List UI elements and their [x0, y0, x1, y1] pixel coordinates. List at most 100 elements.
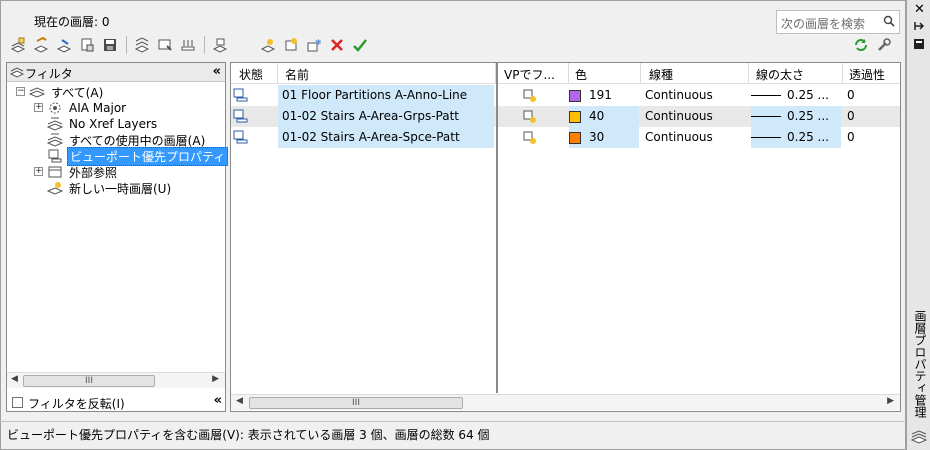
col-color[interactable]: 色 [575, 66, 587, 83]
layer-stack-icon [910, 430, 928, 447]
layer-name[interactable]: 01-02 Stairs A-Area-Grps-Patt [278, 106, 494, 127]
new-layer-filter-icon [47, 181, 63, 195]
close-icon[interactable]: ✕ [914, 2, 925, 17]
layer-color[interactable]: 191 [569, 85, 639, 106]
expand-toggle[interactable]: + [34, 167, 43, 176]
tree-item-label: 新しい一時画層(U) [69, 181, 172, 196]
collapse-toggle[interactable]: − [16, 87, 25, 96]
tree-item-aia-major[interactable]: AIA Major [47, 100, 128, 116]
column-divider[interactable] [842, 63, 843, 84]
table-row[interactable]: 01-02 Stairs A-Area-Spce-Patt 30 Continu… [231, 127, 900, 148]
layer-linetype[interactable]: Continuous [645, 106, 745, 127]
filter-header-label: フィルタ [25, 67, 73, 81]
layer-color[interactable]: 30 [569, 127, 639, 148]
layer-name[interactable]: 01-02 Stairs A-Area-Spce-Patt [278, 127, 494, 148]
layer-status-icon[interactable] [233, 127, 255, 148]
expand-toggle[interactable]: + [34, 103, 43, 112]
column-divider[interactable] [640, 63, 641, 84]
layer-search-input[interactable]: 次の画層を検索 [776, 10, 900, 34]
column-divider[interactable] [277, 63, 278, 84]
column-divider[interactable] [568, 63, 569, 84]
grid-splitter[interactable] [496, 63, 498, 393]
invert-filter-label: フィルタを反転(I) [28, 397, 125, 411]
collapse-filter-button[interactable]: « [213, 64, 221, 79]
layer-status-icon[interactable] [233, 106, 255, 127]
viewport-override-icon [47, 149, 63, 163]
scrollbar-thumb[interactable]: III [23, 375, 155, 387]
palette-title-bar: ✕ 画層プロパティ管理 [906, 0, 930, 450]
layer-color[interactable]: 40 [569, 106, 639, 127]
new-property-filter-icon[interactable] [8, 35, 28, 55]
layer-walk-icon[interactable] [132, 35, 152, 55]
layer-isolate-icon[interactable] [155, 35, 175, 55]
tree-item-label: 外部参照 [69, 165, 118, 180]
refresh-icon[interactable] [853, 37, 869, 56]
col-lineweight[interactable]: 線の太さ [756, 66, 804, 83]
tree-item-label: すべて(A) [51, 85, 104, 100]
col-vp-freeze[interactable]: VPでフ... [504, 66, 555, 83]
tree-item-no-xref[interactable]: No Xref Layers [47, 116, 159, 132]
properties-menu-icon[interactable] [913, 38, 925, 50]
col-name[interactable]: 名前 [285, 66, 309, 83]
tree-item-all[interactable]: すべて(A) [29, 84, 105, 100]
invert-filter-row: フィルタを反転(I) « [6, 393, 226, 412]
lineweight-value: 0.25 ... [787, 88, 829, 102]
col-status[interactable]: 状態 [239, 66, 263, 83]
invert-filter-checkbox[interactable] [12, 397, 23, 408]
tree-item-new-reconciled[interactable]: 新しい一時画層(U) [47, 180, 173, 196]
property-filter-icon [47, 117, 63, 131]
filter-tree-scrollbar[interactable]: ◀ III ▶ [7, 372, 225, 388]
collapse-filter-button-bottom[interactable]: « [214, 393, 222, 408]
new-layer-all-vp-frozen-icon[interactable]: ❄ [304, 35, 324, 55]
toolbar-separator [204, 36, 205, 54]
layer-translate-icon[interactable] [178, 35, 198, 55]
scroll-right-icon[interactable]: ▶ [887, 396, 894, 406]
status-bar: ビューポート優先プロパティを含む画層(V): 表示されている画層 3 個、画層の… [0, 421, 906, 445]
scroll-right-icon[interactable]: ▶ [212, 374, 219, 384]
column-divider[interactable] [748, 63, 749, 84]
layer-linetype[interactable]: Continuous [645, 85, 745, 106]
scroll-left-icon[interactable]: ◀ [236, 396, 243, 406]
table-row[interactable]: 01-02 Stairs A-Area-Grps-Patt 40 Continu… [231, 106, 900, 127]
col-linetype[interactable]: 線種 [649, 66, 673, 83]
scroll-left-icon[interactable]: ◀ [11, 374, 18, 384]
new-layer-icon[interactable] [258, 35, 278, 55]
delete-layer-icon[interactable] [327, 35, 347, 55]
search-icon[interactable] [883, 15, 895, 27]
layer-lineweight[interactable]: 0.25 ... [751, 127, 841, 148]
tree-item-xref[interactable]: 外部参照 [47, 164, 119, 180]
layer-settings-icon[interactable] [210, 35, 230, 55]
layer-lineweight[interactable]: 0.25 ... [751, 85, 841, 106]
layer-list-grid: 状態 名前 VPでフ... 色 線種 線の太さ 透過性 01 Floor Par… [230, 62, 901, 412]
layer-transparency[interactable]: 0 [847, 127, 887, 148]
lineweight-value: 0.25 ... [787, 109, 829, 123]
layer-linetype[interactable]: Continuous [645, 127, 745, 148]
current-layer-label: 現在の画層: 0 [34, 15, 110, 29]
layer-states-manager-icon[interactable] [54, 35, 74, 55]
vp-freeze-icon[interactable] [523, 127, 543, 148]
auto-hide-icon[interactable] [913, 20, 925, 32]
tree-item-viewport-overrides[interactable]: ビューポート優先プロパティ [47, 146, 229, 166]
search-placeholder: 次の画層を検索 [781, 17, 866, 31]
layer-status-icon[interactable] [233, 85, 255, 106]
layer-transparency[interactable]: 0 [847, 85, 887, 106]
new-layer-vp-frozen-icon[interactable] [281, 35, 301, 55]
col-transparency[interactable]: 透過性 [849, 66, 885, 83]
vp-freeze-icon[interactable] [523, 85, 543, 106]
layer-name[interactable]: 01 Floor Partitions A-Anno-Line [278, 85, 494, 106]
layer-transparency[interactable]: 0 [847, 106, 887, 127]
grid-scrollbar[interactable]: ◀ III ▶ [231, 394, 900, 410]
settings-wrench-icon[interactable] [876, 37, 892, 56]
lineweight-sample [751, 137, 781, 138]
table-row[interactable]: 01 Floor Partitions A-Anno-Line 191 Cont… [231, 85, 900, 106]
save-icon[interactable] [100, 35, 120, 55]
layer-lineweight[interactable]: 0.25 ... [751, 106, 841, 127]
filter-tree-header: フィルタ « [7, 63, 225, 82]
layer-states-save-icon[interactable] [77, 35, 97, 55]
new-group-filter-icon[interactable] [31, 35, 51, 55]
scrollbar-thumb[interactable]: III [249, 397, 463, 409]
layer-toolbar: ❄ [258, 35, 373, 55]
set-current-icon[interactable] [350, 35, 370, 55]
palette-title: 画層プロパティ管理 [913, 310, 927, 418]
vp-freeze-icon[interactable] [523, 106, 543, 127]
